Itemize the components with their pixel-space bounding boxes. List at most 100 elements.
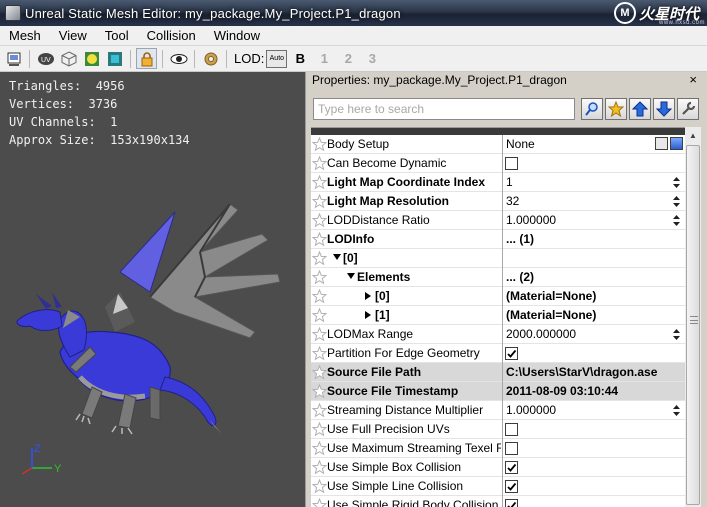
property-checkbox[interactable] <box>505 461 518 474</box>
property-row[interactable]: LODDistance Ratio 1.000000 <box>311 211 685 230</box>
favorite-star-icon[interactable] <box>311 478 328 494</box>
sphere-cube-icon[interactable] <box>81 48 102 69</box>
property-row[interactable]: LODInfo ... (1) <box>311 230 685 249</box>
property-row[interactable]: [1] (Material=None) <box>311 306 685 325</box>
property-value[interactable]: 1 <box>506 175 513 189</box>
property-scrollbar[interactable]: ▲ <box>685 127 701 507</box>
favorite-star-icon[interactable] <box>311 193 328 209</box>
property-row[interactable]: Use Full Precision UVs <box>311 420 685 439</box>
lod-3-button[interactable]: 3 <box>361 51 383 66</box>
favorite-star-icon[interactable] <box>311 364 328 380</box>
favorite-star-icon[interactable] <box>311 269 328 285</box>
column-divider[interactable] <box>502 249 503 268</box>
arrow-up-icon[interactable] <box>629 98 651 120</box>
lod-base-button[interactable]: B <box>289 51 311 66</box>
property-row[interactable]: Partition For Edge Geometry <box>311 344 685 363</box>
wrench-icon[interactable] <box>677 98 699 120</box>
property-row[interactable]: Source File Timestamp 2011-08-09 03:10:44 <box>311 382 685 401</box>
favorite-star-icon[interactable] <box>311 402 328 418</box>
favorite-star-icon[interactable] <box>311 307 328 323</box>
spinner-arrows-icon[interactable] <box>672 404 681 417</box>
column-divider[interactable] <box>502 154 503 173</box>
gear-icon[interactable] <box>200 48 221 69</box>
property-row[interactable]: Elements ... (2) <box>311 268 685 287</box>
property-row[interactable]: Use Simple Line Collision <box>311 477 685 496</box>
property-row[interactable]: Use Maximum Streaming Texel R <box>311 439 685 458</box>
property-row[interactable]: Use Simple Rigid Body Collision <box>311 496 685 507</box>
lock-icon[interactable] <box>136 48 157 69</box>
favorite-star-icon[interactable] <box>311 155 328 171</box>
property-checkbox[interactable] <box>505 347 518 360</box>
property-checkbox[interactable] <box>505 442 518 455</box>
property-value[interactable]: 32 <box>506 194 519 208</box>
property-value[interactable]: 2000.000000 <box>506 327 576 341</box>
property-value[interactable]: 2011-08-09 03:10:44 <box>506 384 618 398</box>
column-divider[interactable] <box>502 211 503 230</box>
lod-1-button[interactable]: 1 <box>313 51 335 66</box>
favorite-star-icon[interactable] <box>311 459 328 475</box>
scroll-thumb[interactable] <box>686 145 700 505</box>
search-input[interactable] <box>313 98 575 120</box>
close-icon[interactable]: × <box>689 72 697 87</box>
property-checkbox[interactable] <box>505 480 518 493</box>
property-value[interactable]: C:\Users\StarV\dragon.ase <box>506 365 657 379</box>
menu-collision[interactable]: Collision <box>138 26 205 46</box>
favorite-star-icon[interactable] <box>311 326 328 342</box>
favorite-star-icon[interactable] <box>311 345 328 361</box>
column-divider[interactable] <box>502 401 503 420</box>
favorite-star-icon[interactable] <box>311 231 328 247</box>
find-icon[interactable] <box>581 98 603 120</box>
favorite-star-icon[interactable] <box>311 136 328 152</box>
eye-icon[interactable] <box>168 48 189 69</box>
expand-right-icon[interactable] <box>365 311 371 319</box>
column-divider[interactable] <box>502 420 503 439</box>
column-divider[interactable] <box>502 458 503 477</box>
column-divider[interactable] <box>502 363 503 382</box>
property-value[interactable]: None <box>506 137 535 151</box>
uv-icon[interactable]: UV <box>35 48 56 69</box>
column-divider[interactable] <box>502 287 503 306</box>
title-bar[interactable]: Unreal Static Mesh Editor: my_package.My… <box>0 0 707 26</box>
property-row[interactable]: Light Map Resolution 32 <box>311 192 685 211</box>
lod-2-button[interactable]: 2 <box>337 51 359 66</box>
column-divider[interactable] <box>502 439 503 458</box>
scroll-up-icon[interactable]: ▲ <box>685 127 701 143</box>
use-selected-icon[interactable] <box>655 137 668 150</box>
column-divider[interactable] <box>502 496 503 507</box>
property-value[interactable]: (Material=None) <box>506 308 596 322</box>
property-value[interactable]: 1.000000 <box>506 213 556 227</box>
property-checkbox[interactable] <box>505 423 518 436</box>
property-value[interactable]: 1.000000 <box>506 403 556 417</box>
favorite-star-icon[interactable] <box>311 497 328 507</box>
column-divider[interactable] <box>502 382 503 401</box>
arrow-down-icon[interactable] <box>653 98 675 120</box>
favorite-star-icon[interactable] <box>311 174 328 190</box>
menu-window[interactable]: Window <box>205 26 269 46</box>
property-row[interactable]: [0] <box>311 249 685 268</box>
column-divider[interactable] <box>502 135 503 154</box>
browse-icon[interactable] <box>670 137 683 150</box>
property-row[interactable]: Streaming Distance Multiplier 1.000000 <box>311 401 685 420</box>
favorite-star-icon[interactable] <box>311 288 328 304</box>
column-divider[interactable] <box>502 344 503 363</box>
property-row[interactable]: Light Map Coordinate Index 1 <box>311 173 685 192</box>
menu-view[interactable]: View <box>50 26 96 46</box>
cube-outline-icon[interactable] <box>58 48 79 69</box>
expand-right-icon[interactable] <box>365 292 371 300</box>
mesh-viewport[interactable]: Triangles: 4956 Vertices: 3736 UV Channe… <box>0 72 305 507</box>
property-row[interactable]: Can Become Dynamic <box>311 154 685 173</box>
property-value[interactable]: ... (1) <box>506 232 534 246</box>
spinner-arrows-icon[interactable] <box>672 176 681 189</box>
column-divider[interactable] <box>502 477 503 496</box>
property-row[interactable]: [0] (Material=None) <box>311 287 685 306</box>
column-divider[interactable] <box>502 268 503 287</box>
property-checkbox[interactable] <box>505 157 518 170</box>
spinner-arrows-icon[interactable] <box>672 328 681 341</box>
property-row[interactable]: Body Setup None <box>311 135 685 154</box>
property-value[interactable]: ... (2) <box>506 270 534 284</box>
column-divider[interactable] <box>502 306 503 325</box>
spinner-arrows-icon[interactable] <box>672 214 681 227</box>
lod-auto-button[interactable]: Auto <box>266 49 288 68</box>
column-divider[interactable] <box>502 173 503 192</box>
property-row[interactable]: LODMax Range 2000.000000 <box>311 325 685 344</box>
